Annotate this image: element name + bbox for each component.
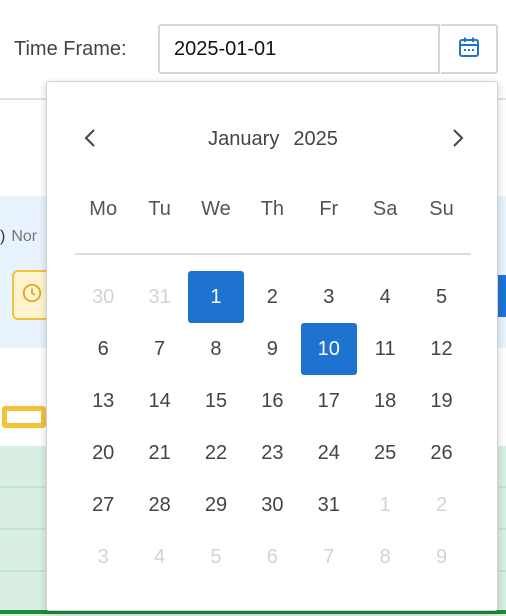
day-cell[interactable]: 12 [413, 323, 469, 375]
day-cell[interactable]: 2 [413, 479, 469, 531]
day-cell[interactable]: 6 [244, 531, 300, 583]
day-cell[interactable]: 6 [75, 323, 131, 375]
day-cell[interactable]: 1 [187, 271, 245, 323]
day-cell[interactable]: 5 [413, 271, 469, 323]
weekday-label: Sa [372, 198, 398, 220]
day-cell[interactable]: 10 [300, 323, 357, 375]
day-cell[interactable]: 3 [75, 531, 131, 583]
day-cell[interactable]: 28 [131, 479, 187, 531]
weekday-label: Mo [89, 198, 118, 220]
day-cell[interactable]: 8 [357, 531, 413, 583]
day-cell[interactable]: 27 [75, 479, 131, 531]
time-frame-date-input[interactable] [158, 24, 440, 74]
calendar-button[interactable] [441, 24, 498, 74]
calendar-icon [457, 35, 481, 64]
background-yellow-box [2, 406, 46, 428]
day-cell[interactable]: 13 [75, 375, 131, 427]
datepicker-popup: January 2025 Mo Tu We Th Fr Sa Su 30 31 1… [46, 81, 498, 611]
day-cell[interactable]: 17 [301, 375, 357, 427]
day-cell[interactable]: 21 [131, 427, 187, 479]
weekday-label: Fr [319, 198, 339, 220]
weekday-divider [75, 253, 471, 255]
chevron-right-icon [451, 127, 465, 154]
next-month-button[interactable] [443, 122, 473, 158]
day-cell[interactable]: 7 [301, 531, 357, 583]
day-cell[interactable]: 18 [357, 375, 413, 427]
day-cell[interactable]: 3 [301, 271, 357, 323]
weekday-label: Th [260, 198, 285, 220]
day-cell[interactable]: 8 [188, 323, 244, 375]
day-cell[interactable]: 11 [357, 323, 413, 375]
day-cell[interactable]: 19 [413, 375, 469, 427]
weekday-label: Tu [148, 198, 171, 220]
background-blue-button-edge[interactable] [497, 275, 506, 317]
day-cell[interactable]: 31 [301, 479, 357, 531]
day-cell[interactable]: 31 [131, 271, 187, 323]
weekday-label: We [201, 198, 231, 220]
day-cell[interactable]: 16 [244, 375, 300, 427]
day-cell[interactable]: 26 [413, 427, 469, 479]
day-cell[interactable]: 24 [301, 427, 357, 479]
day-cell[interactable]: 9 [413, 531, 469, 583]
day-cell[interactable]: 15 [188, 375, 244, 427]
day-cell[interactable]: 22 [188, 427, 244, 479]
day-cell[interactable]: 4 [131, 531, 187, 583]
background-paren: ) [0, 228, 6, 245]
background-row-text: ) Nor [0, 228, 37, 246]
day-cell[interactable]: 2 [244, 271, 300, 323]
day-cell[interactable]: 7 [131, 323, 187, 375]
day-cell[interactable]: 29 [188, 479, 244, 531]
day-cell[interactable]: 14 [131, 375, 187, 427]
time-frame-label: Time Frame: [14, 38, 127, 60]
day-cell[interactable]: 1 [357, 479, 413, 531]
month-label[interactable]: January [208, 128, 279, 150]
clock-icon [21, 282, 43, 309]
background-muted-text: Nor [11, 228, 38, 245]
day-cell[interactable]: 4 [357, 271, 413, 323]
weekday-label: Su [429, 198, 454, 220]
day-cell[interactable]: 5 [188, 531, 244, 583]
day-grid: 30 31 1 2 3 4 5 6 7 8 9 10 11 12 13 14 1… [75, 271, 471, 583]
day-cell[interactable]: 30 [75, 271, 131, 323]
month-year-title: January 2025 [47, 128, 499, 151]
day-cell[interactable]: 25 [357, 427, 413, 479]
weekday-header: Mo Tu We Th Fr Sa Su [75, 198, 470, 221]
day-cell[interactable]: 20 [75, 427, 131, 479]
day-cell[interactable]: 23 [244, 427, 300, 479]
day-cell[interactable]: 9 [244, 323, 300, 375]
day-cell[interactable]: 30 [244, 479, 300, 531]
year-label[interactable]: 2025 [293, 128, 338, 150]
